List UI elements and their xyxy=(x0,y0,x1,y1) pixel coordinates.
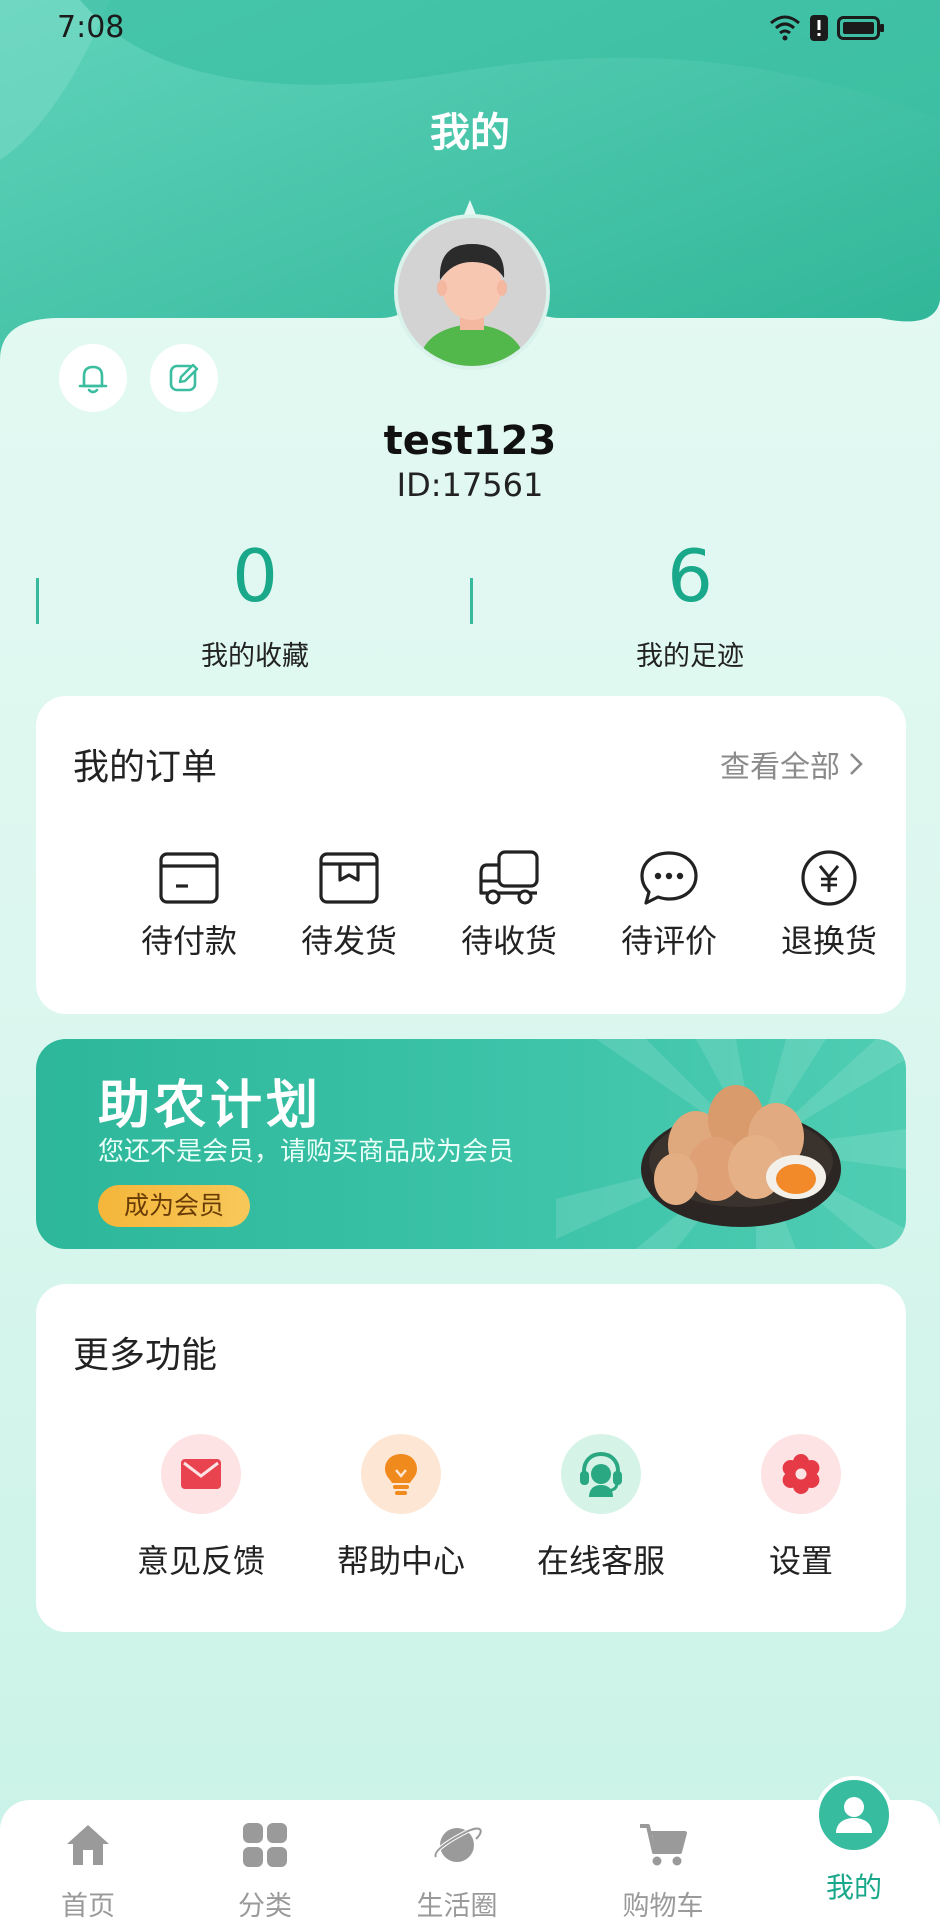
page-title: 我的 xyxy=(430,110,510,156)
order-pending-payment-label: 待付款 xyxy=(140,922,237,960)
chat-bubble-icon xyxy=(640,851,698,905)
tab-mine[interactable] xyxy=(815,1776,893,1854)
notification-button[interactable] xyxy=(59,344,127,412)
stat-favorites-label: 我的收藏 xyxy=(201,641,309,672)
tab-category[interactable]: 分类 xyxy=(190,1818,340,1920)
tab-home[interactable]: 首页 xyxy=(13,1818,163,1920)
online-service-icon-circle xyxy=(561,1434,641,1514)
settings-icon-circle xyxy=(761,1434,841,1514)
stat-favorites[interactable]: 0 我的收藏 xyxy=(105,540,405,673)
stats-divider xyxy=(470,578,473,624)
wifi-icon xyxy=(770,15,800,41)
profile-screen: 7:08 我的 test123 ID:17561 0 我的收藏 6 我的足迹 我… xyxy=(0,0,940,1920)
feedback-label: 意见反馈 xyxy=(136,1542,265,1580)
order-pending-payment[interactable]: 待付款 xyxy=(124,846,254,962)
avatar[interactable] xyxy=(394,214,550,370)
orders-title: 我的订单 xyxy=(73,747,218,788)
membership-banner[interactable]: 助农计划 您还不是会员，请购买商品成为会员 成为会员 xyxy=(36,1039,906,1249)
tab-cart[interactable]: 购物车 xyxy=(588,1818,738,1920)
chevron-right-icon xyxy=(850,753,863,775)
order-pending-receipt-label: 待收货 xyxy=(460,922,557,960)
feedback-item[interactable]: 意见反馈 xyxy=(111,1434,291,1582)
tab-mine-label[interactable]: 我的 xyxy=(779,1866,929,1906)
settings-item[interactable]: 设置 xyxy=(711,1434,891,1582)
tab-cart-label: 购物车 xyxy=(622,1891,704,1920)
battery-icon xyxy=(837,16,884,40)
wallet-card-icon xyxy=(159,852,219,904)
user-id: ID:17561 xyxy=(396,466,544,504)
headset-agent-icon xyxy=(580,1451,622,1497)
stat-footprints[interactable]: 6 我的足迹 xyxy=(540,540,840,673)
stat-favorites-value: 0 xyxy=(232,534,278,618)
banner-subtitle: 您还不是会员，请购买商品成为会员 xyxy=(98,1137,515,1167)
stat-footprints-value: 6 xyxy=(667,534,713,618)
edit-icon xyxy=(169,363,199,392)
more-functions-title: 更多功能 xyxy=(73,1335,218,1376)
gear-icon xyxy=(782,1454,820,1494)
order-pending-review-label: 待评价 xyxy=(620,922,717,960)
user-icon xyxy=(836,1797,872,1833)
tab-life-circle-label: 生活圈 xyxy=(416,1891,498,1920)
status-time: 7:08 xyxy=(57,10,125,45)
bell-icon xyxy=(78,365,108,394)
yen-refund-icon xyxy=(801,850,857,906)
username: test123 xyxy=(383,418,557,464)
view-all-orders-link[interactable]: 查看全部 xyxy=(720,742,864,786)
lightbulb-icon xyxy=(385,1454,417,1495)
orders-card: 我的订单 查看全部 待付款 待发货 待收货 待评价 退换货 xyxy=(36,696,906,1014)
order-pending-shipment-label: 待发货 xyxy=(300,922,397,960)
package-box-icon xyxy=(319,852,379,904)
grid-icon xyxy=(243,1823,287,1867)
home-icon xyxy=(67,1825,109,1865)
order-returns-label: 退换货 xyxy=(780,922,877,960)
more-functions-card: 更多功能 意见反馈 帮助中心 在线客服 设置 xyxy=(36,1284,906,1632)
order-pending-receipt[interactable]: 待收货 xyxy=(444,846,574,962)
help-center-label: 帮助中心 xyxy=(336,1542,465,1580)
order-returns[interactable]: 退换货 xyxy=(764,846,894,962)
cart-icon xyxy=(640,1824,687,1866)
planet-icon xyxy=(433,1826,482,1862)
delivery-truck-icon xyxy=(479,850,539,905)
alert-icon xyxy=(810,15,828,41)
online-service-label: 在线客服 xyxy=(536,1542,665,1580)
help-center-item[interactable]: 帮助中心 xyxy=(311,1434,491,1582)
edit-profile-button[interactable] xyxy=(150,344,218,412)
status-bar: 7:08 xyxy=(0,0,940,60)
feedback-icon-circle xyxy=(161,1434,241,1514)
stat-footprints-label: 我的足迹 xyxy=(636,641,744,672)
banner-title: 助农计划 xyxy=(98,1076,323,1136)
tab-category-label: 分类 xyxy=(238,1891,292,1920)
tab-home-label: 首页 xyxy=(61,1891,115,1920)
view-all-label: 查看全部 xyxy=(720,750,840,785)
status-icons xyxy=(769,14,885,42)
mail-icon xyxy=(181,1459,221,1489)
order-pending-shipment[interactable]: 待发货 xyxy=(284,846,414,962)
avatar-person-icon xyxy=(398,218,546,366)
egg-bowl-illustration xyxy=(641,1085,841,1227)
online-service-item[interactable]: 在线客服 xyxy=(511,1434,691,1582)
settings-label: 设置 xyxy=(768,1542,833,1580)
become-member-button[interactable]: 成为会员 xyxy=(98,1185,250,1227)
stats-divider xyxy=(36,578,39,624)
help-center-icon-circle xyxy=(361,1434,441,1514)
order-pending-review[interactable]: 待评价 xyxy=(604,846,734,962)
tab-life-circle[interactable]: 生活圈 xyxy=(382,1818,532,1920)
